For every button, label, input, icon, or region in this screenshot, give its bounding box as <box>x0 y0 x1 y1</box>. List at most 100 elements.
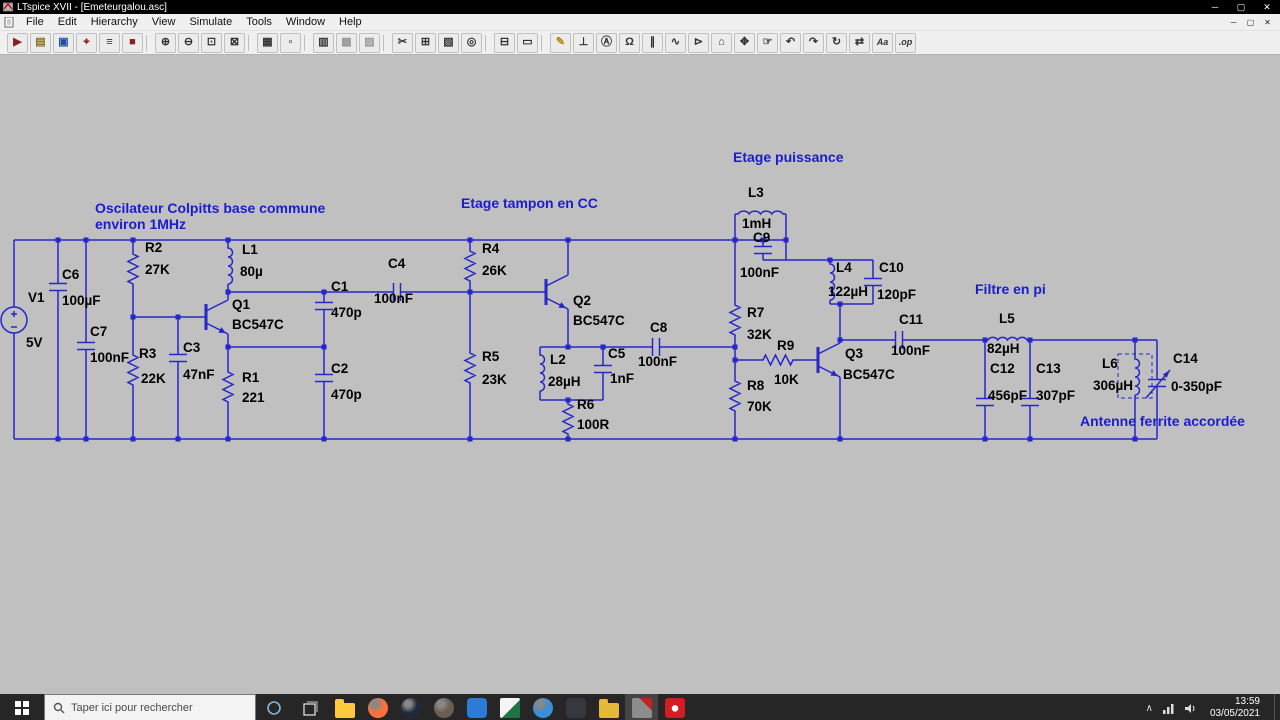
taskbar-app-excel[interactable] <box>493 694 526 720</box>
component-R9-ref[interactable]: R9 <box>777 338 794 353</box>
component-R7-value[interactable]: 32K <box>747 327 772 342</box>
component-L2-ref[interactable]: L2 <box>550 352 566 367</box>
component-R4-value[interactable]: 26K <box>482 263 507 278</box>
component-L1-ref[interactable]: L1 <box>242 242 258 257</box>
component-R9-value[interactable]: 10K <box>774 372 799 387</box>
component-C11-value[interactable]: 100nF <box>891 343 930 358</box>
component-L6-ref[interactable]: L6 <box>1102 356 1118 371</box>
paste-icon[interactable]: ▧ <box>438 32 459 53</box>
menu-view[interactable]: View <box>145 14 183 30</box>
taskbar-app-edge[interactable] <box>526 694 559 720</box>
net-label-icon[interactable]: Ⓐ <box>596 32 617 53</box>
component-R3-ref[interactable]: R3 <box>139 346 157 361</box>
schematic-comment-5[interactable]: Antenne ferrite accordée <box>1080 413 1245 429</box>
text-icon[interactable]: Aa <box>872 32 893 53</box>
component-V1-ref[interactable]: V1 <box>28 290 45 305</box>
drag-icon[interactable]: ☞ <box>757 32 778 53</box>
component-C8-value[interactable]: 100nF <box>638 354 677 369</box>
paste-left-icon[interactable]: ▩ <box>336 32 357 53</box>
component-R3-value[interactable]: 22K <box>141 371 166 386</box>
taskbar-app-ltspice[interactable] <box>625 694 658 720</box>
component-Q2-value[interactable]: BC547C <box>573 313 625 328</box>
wire-icon[interactable]: ✎ <box>550 32 571 53</box>
component-C4-ref[interactable]: C4 <box>388 256 406 271</box>
voltage-source-symbol[interactable] <box>0 306 28 334</box>
component-R7-ref[interactable]: R7 <box>747 305 764 320</box>
start-button[interactable] <box>0 694 44 720</box>
component-L3-value[interactable]: 1mH <box>742 216 771 231</box>
capacitor-icon[interactable]: ∥ <box>642 32 663 53</box>
halt-icon[interactable]: ■ <box>122 32 143 53</box>
component-C1-ref[interactable]: C1 <box>331 279 349 294</box>
resistor-icon[interactable]: Ω <box>619 32 640 53</box>
taskbar-app-firefox[interactable] <box>361 694 394 720</box>
component-C6-ref[interactable]: C6 <box>62 267 80 282</box>
component-C12-value[interactable]: 456pF <box>988 388 1027 403</box>
menu-hierarchy[interactable]: Hierarchy <box>84 14 145 30</box>
open-icon[interactable]: ▤ <box>30 32 51 53</box>
component-L5-value[interactable]: 82µH <box>987 341 1020 356</box>
component-Q2-ref[interactable]: Q2 <box>573 293 591 308</box>
component-C12-ref[interactable]: C12 <box>990 361 1015 376</box>
rotate-icon[interactable]: ↻ <box>826 32 847 53</box>
snap-icon[interactable]: ▫ <box>280 32 301 53</box>
network-icon[interactable] <box>1162 703 1175 714</box>
component-C9-ref[interactable]: C9 <box>753 230 770 245</box>
component-C8-ref[interactable]: C8 <box>650 320 668 335</box>
menu-window[interactable]: Window <box>279 14 332 30</box>
print-icon[interactable]: ⊟ <box>494 32 515 53</box>
control-panel-icon[interactable]: ≡ <box>99 32 120 53</box>
taskbar-app-acrobat[interactable] <box>658 694 691 720</box>
taskbar-app-gimp[interactable] <box>427 694 460 720</box>
component-C2-ref[interactable]: C2 <box>331 361 348 376</box>
component-C7-value[interactable]: 100nF <box>90 350 129 365</box>
component-C11-ref[interactable]: C11 <box>899 312 924 327</box>
spice-directive-icon[interactable]: .op <box>895 32 916 53</box>
save-icon[interactable]: ▣ <box>53 32 74 53</box>
taskbar-app-steam[interactable] <box>394 694 427 720</box>
component-L2-value[interactable]: 28µH <box>548 374 581 389</box>
component-C3-value[interactable]: 47nF <box>183 367 215 382</box>
zoom-redraw-icon[interactable]: ⊠ <box>224 32 245 53</box>
component-Q1-ref[interactable]: Q1 <box>232 297 251 312</box>
component-R1-ref[interactable]: R1 <box>242 370 260 385</box>
component-R6-value[interactable]: 100R <box>577 417 610 432</box>
component-C5-value[interactable]: 1nF <box>610 371 634 386</box>
menu-help[interactable]: Help <box>332 14 369 30</box>
component-C4-value[interactable]: 100nF <box>374 291 413 306</box>
component-R8-ref[interactable]: R8 <box>747 378 765 393</box>
component-L5-ref[interactable]: L5 <box>999 311 1015 326</box>
component-C14-ref[interactable]: C14 <box>1173 351 1198 366</box>
copy-icon[interactable]: ⊞ <box>415 32 436 53</box>
taskbar-app-media-player[interactable] <box>559 694 592 720</box>
component-R4-ref[interactable]: R4 <box>482 241 500 256</box>
component-L1-value[interactable]: 80µ <box>240 264 263 279</box>
component-C10-ref[interactable]: C10 <box>879 260 904 275</box>
inductor-icon[interactable]: ∿ <box>665 32 686 53</box>
component-C10-value[interactable]: 120pF <box>877 287 916 302</box>
taskbar-app-file-explorer[interactable] <box>328 694 361 720</box>
schematic-comment-1[interactable]: environ 1MHz <box>95 216 186 232</box>
component-R6-ref[interactable]: R6 <box>577 397 595 412</box>
redo-icon[interactable]: ↷ <box>803 32 824 53</box>
taskbar-clock[interactable]: 13:59 03/05/2021 <box>1206 696 1268 720</box>
component-R1-value[interactable]: 221 <box>242 390 265 405</box>
component-R5-ref[interactable]: R5 <box>482 349 500 364</box>
grid-icon[interactable]: ▦ <box>257 32 278 53</box>
mirror-icon[interactable]: ⇄ <box>849 32 870 53</box>
cortana-button[interactable] <box>256 694 292 720</box>
component-C6-value[interactable]: 100µF <box>62 293 101 308</box>
component-Q3-value[interactable]: BC547C <box>843 367 895 382</box>
schematic-area[interactable]: V1 5V C6 100µF C7 100nF R2 27K R3 22K C3 47nF Q1 BC54… <box>0 55 1280 694</box>
probe-icon[interactable]: ⌖ <box>76 32 97 53</box>
print-preview-icon[interactable]: ▭ <box>517 32 538 53</box>
component-C9-value[interactable]: 100nF <box>740 265 779 280</box>
component-L3-ref[interactable]: L3 <box>748 185 764 200</box>
component-C2-value[interactable]: 470p <box>331 387 362 402</box>
component-Q3-ref[interactable]: Q3 <box>845 346 864 361</box>
move-icon[interactable]: ✥ <box>734 32 755 53</box>
minimize-button[interactable]: ─ <box>1202 0 1228 14</box>
component-R8-value[interactable]: 70K <box>747 399 772 414</box>
menu-tools[interactable]: Tools <box>239 14 279 30</box>
duplicate-icon[interactable]: ▥ <box>313 32 334 53</box>
